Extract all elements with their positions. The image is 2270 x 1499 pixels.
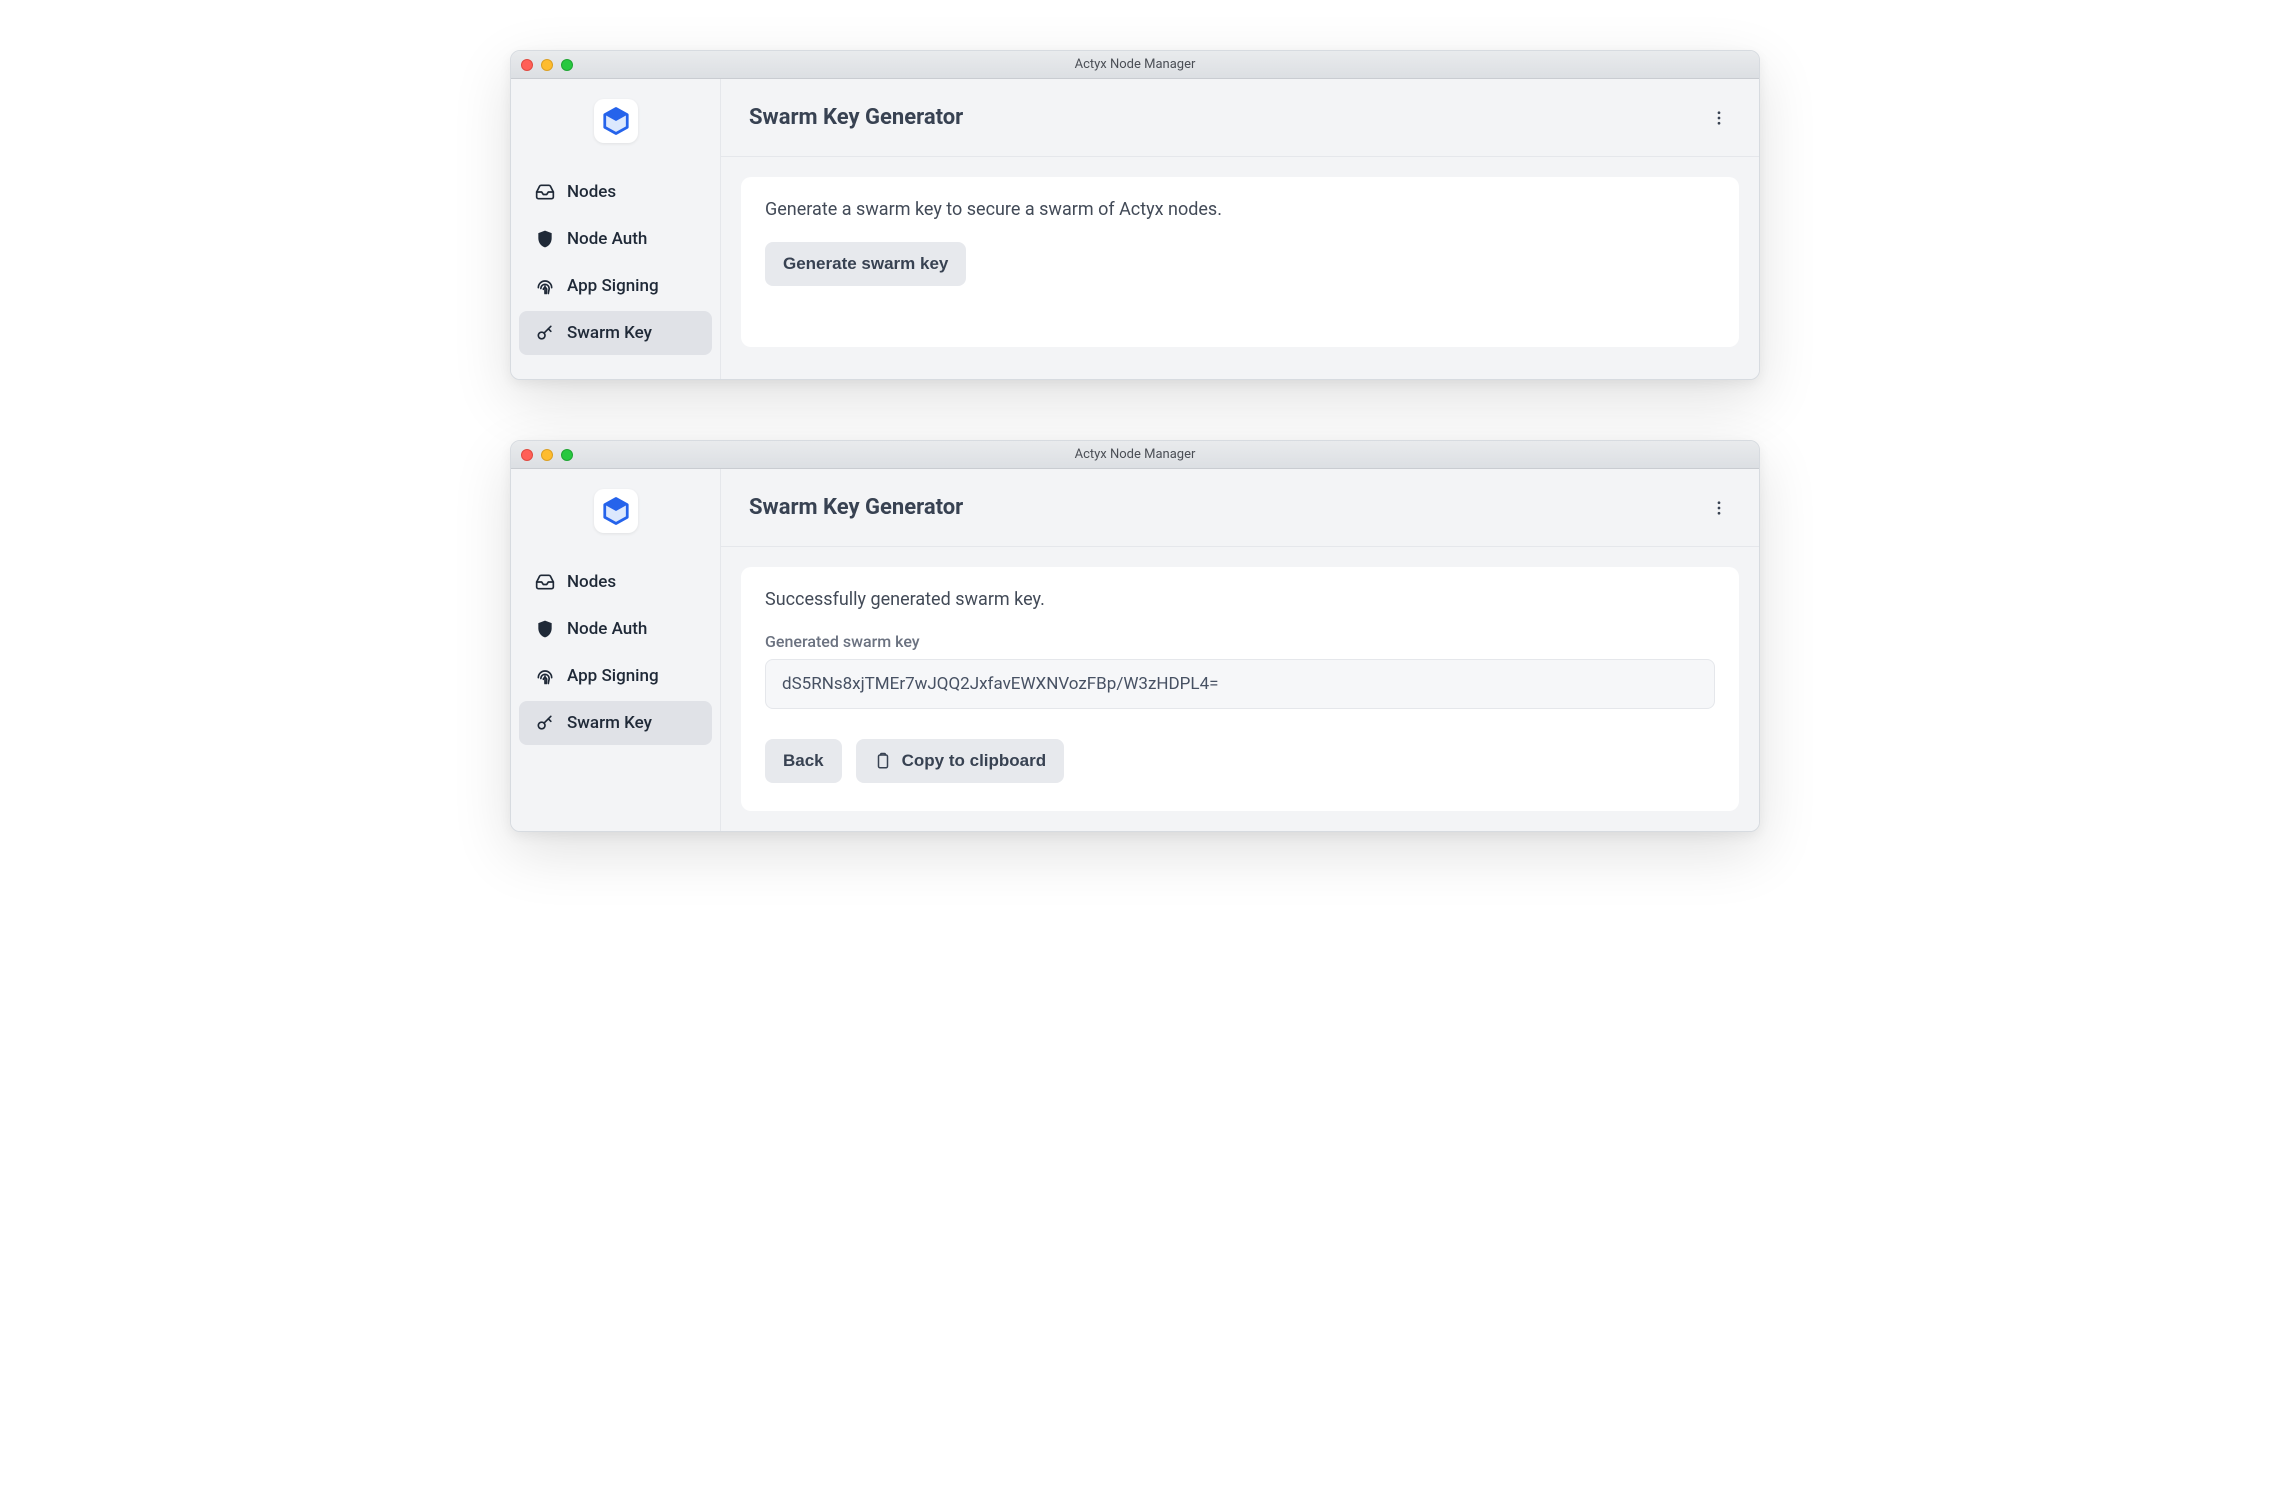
page-header: Swarm Key Generator [721,469,1759,547]
sidebar-item-swarm-key[interactable]: Swarm Key [519,701,712,745]
sidebar-item-nodes[interactable]: Nodes [519,560,712,604]
page-menu-button[interactable] [1707,106,1731,130]
page-title: Swarm Key Generator [749,495,963,520]
sidebar: Nodes Node Auth App Signing Swarm Key [511,79,721,379]
fingerprint-icon [535,666,555,686]
close-window-button[interactable] [521,59,533,71]
maximize-window-button[interactable] [561,59,573,71]
content: Successfully generated swarm key. Genera… [721,547,1759,831]
generated-key-label: Generated swarm key [765,632,1715,651]
button-label: Copy to clipboard [902,751,1047,771]
button-row: Back Copy to clipboard [765,739,1715,783]
sidebar-item-swarm-key[interactable]: Swarm Key [519,311,712,355]
sidebar-item-label: Nodes [567,572,616,592]
main-area: Swarm Key Generator Successfully generat… [721,469,1759,831]
sidebar: Nodes Node Auth App Signing Swarm Key [511,469,721,831]
clipboard-icon [874,751,892,771]
sidebar-item-node-auth[interactable]: Node Auth [519,607,712,651]
app-logo [594,99,638,143]
sidebar-item-label: Node Auth [567,229,647,249]
sidebar-item-label: Nodes [567,182,616,202]
titlebar: Actyx Node Manager [511,441,1759,469]
generated-key-field[interactable]: dS5RNs8xjTMEr7wJQQ2JxfavEWXNVozFBp/W3zHD… [765,659,1715,709]
actyx-logo-icon [601,496,631,526]
back-button[interactable]: Back [765,739,842,783]
page-header: Swarm Key Generator [721,79,1759,157]
sidebar-item-nodes[interactable]: Nodes [519,170,712,214]
key-icon [535,713,555,733]
minimize-window-button[interactable] [541,449,553,461]
sidebar-item-app-signing[interactable]: App Signing [519,264,712,308]
app-window-1: Actyx Node Manager Nodes [510,50,1760,380]
kebab-menu-icon [1710,109,1728,127]
sidebar-item-label: App Signing [567,276,659,296]
sidebar-item-label: App Signing [567,666,659,686]
key-icon [535,323,555,343]
swarm-key-result-card: Successfully generated swarm key. Genera… [741,567,1739,811]
app-window-2: Actyx Node Manager Nodes [510,440,1760,832]
window-controls [521,449,573,461]
button-label: Back [783,751,824,771]
kebab-menu-icon [1710,499,1728,517]
page-title: Swarm Key Generator [749,105,963,130]
card-intro-text: Generate a swarm key to secure a swarm o… [765,199,1715,220]
shield-icon [535,229,555,249]
window-title: Actyx Node Manager [511,57,1759,72]
minimize-window-button[interactable] [541,59,553,71]
sidebar-item-label: Node Auth [567,619,647,639]
actyx-logo-icon [601,106,631,136]
page-menu-button[interactable] [1707,496,1731,520]
content: Generate a swarm key to secure a swarm o… [721,157,1759,379]
window-controls [521,59,573,71]
inbox-icon [535,182,555,202]
generate-swarm-key-button[interactable]: Generate swarm key [765,242,966,286]
sidebar-item-label: Swarm Key [567,323,652,343]
copy-to-clipboard-button[interactable]: Copy to clipboard [856,739,1065,783]
button-label: Generate swarm key [783,254,948,274]
app-logo [594,489,638,533]
inbox-icon [535,572,555,592]
shield-icon [535,619,555,639]
titlebar: Actyx Node Manager [511,51,1759,79]
sidebar-item-app-signing[interactable]: App Signing [519,654,712,698]
sidebar-item-label: Swarm Key [567,713,652,733]
main-area: Swarm Key Generator Generate a swarm key… [721,79,1759,379]
app-logo-wrap [511,85,720,167]
window-title: Actyx Node Manager [511,447,1759,462]
fingerprint-icon [535,276,555,296]
success-message: Successfully generated swarm key. [765,589,1715,610]
app-logo-wrap [511,475,720,557]
maximize-window-button[interactable] [561,449,573,461]
sidebar-item-node-auth[interactable]: Node Auth [519,217,712,261]
close-window-button[interactable] [521,449,533,461]
swarm-key-card: Generate a swarm key to secure a swarm o… [741,177,1739,347]
